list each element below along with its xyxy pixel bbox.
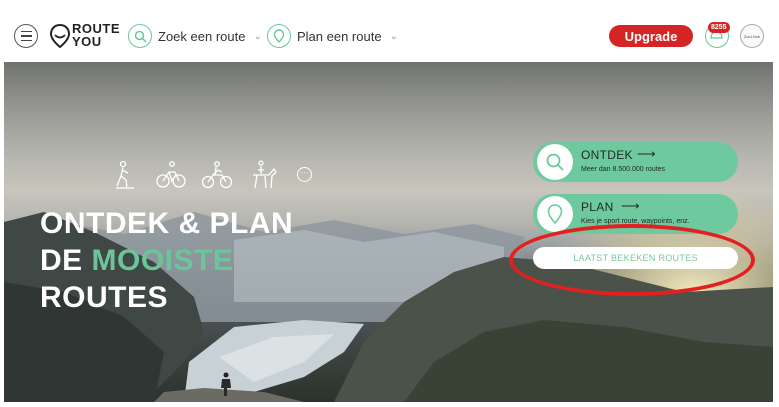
nav-search-route-label: Zoek een route xyxy=(158,28,246,44)
chevron-down-icon: ⌄ xyxy=(389,30,398,42)
sport-icons-row xyxy=(109,160,279,190)
search-icon xyxy=(128,24,152,48)
plan-title: PLAN xyxy=(581,200,614,214)
hero-banner: ··· ONTDEK & PLAN DE MOOISTE ROUTES ONTD… xyxy=(4,62,773,402)
horse-riding-icon[interactable] xyxy=(247,160,279,190)
nav-plan-route[interactable]: Plan een route ⌄ xyxy=(267,24,398,48)
search-icon xyxy=(537,144,573,180)
headline-line2: DE MOOISTE xyxy=(40,242,293,279)
location-pin-icon xyxy=(267,24,291,48)
user-avatar[interactable]: Zuid-Noh xyxy=(740,24,764,48)
logo-line2: YOU xyxy=(72,34,102,49)
headline-line2-start: DE xyxy=(40,244,92,277)
discover-subtitle: Meer dan 8.500.000 routes xyxy=(581,166,666,173)
discover-button[interactable]: ONTDEK ⟶ Meer dan 8.500.000 routes xyxy=(533,142,738,182)
hiker-figure-image xyxy=(221,372,231,396)
arrow-right-icon: ⟶ xyxy=(621,198,640,213)
upgrade-button[interactable]: Upgrade xyxy=(609,25,693,47)
page: ROUTE YOU Zoek een route ⌄ Plan een rout… xyxy=(0,0,779,407)
chevron-down-icon: ⌄ xyxy=(253,30,262,42)
location-pin-icon xyxy=(537,196,573,232)
hero-headline: ONTDEK & PLAN DE MOOISTE ROUTES xyxy=(40,205,293,316)
logo-text: ROUTE YOU xyxy=(72,22,120,48)
headline-line3: ROUTES xyxy=(40,281,169,314)
highlight-ring-annotation xyxy=(509,224,755,296)
motorcycle-icon[interactable] xyxy=(201,160,233,190)
hamburger-menu-icon[interactable] xyxy=(14,24,38,48)
top-bar: ROUTE YOU Zoek een route ⌄ Plan een rout… xyxy=(0,0,779,62)
more-sports-button[interactable]: ··· xyxy=(297,167,312,182)
logo-pin-icon xyxy=(49,23,71,49)
routeyou-logo[interactable]: ROUTE YOU xyxy=(49,22,121,50)
cycling-icon[interactable] xyxy=(155,160,187,190)
notification-count-badge: 8255 xyxy=(708,22,730,33)
nav-search-route[interactable]: Zoek een route ⌄ xyxy=(128,24,262,48)
discover-title: ONTDEK xyxy=(581,148,633,162)
nav-plan-route-label: Plan een route xyxy=(297,28,382,44)
hiking-icon[interactable] xyxy=(109,160,141,190)
headline-line1: ONTDEK & PLAN xyxy=(40,207,294,240)
headline-highlight: MOOISTE xyxy=(91,244,234,277)
arrow-right-icon: ⟶ xyxy=(637,146,656,161)
avatar-text: Zuid-Noh xyxy=(743,33,761,39)
